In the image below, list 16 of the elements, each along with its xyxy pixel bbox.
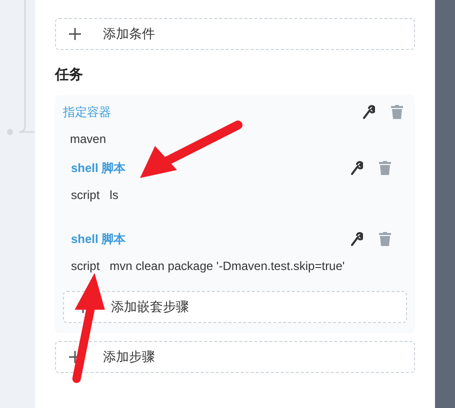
script-value: ls [110,187,118,204]
plus-icon [69,28,81,40]
script-label: script [71,187,100,204]
script-label: script [71,258,100,275]
add-button[interactable]: 添加步骤 [55,341,415,373]
script-value: mvn clean package '-Dmaven.test.skip=true' [110,258,345,275]
step-title: shell 脚本 [71,160,126,177]
wrench-icon[interactable] [351,161,363,175]
container-value: maven [70,131,108,148]
add-button[interactable]: 添加条件 [55,18,415,50]
wrench-icon[interactable] [363,105,375,119]
section-heading: 任务 [55,65,84,84]
add-button[interactable]: 添加嵌套步骤 [63,291,407,323]
step-title: shell 脚本 [71,231,126,248]
container-title: 指定容器 [63,104,111,121]
wrench-icon[interactable] [351,232,363,246]
